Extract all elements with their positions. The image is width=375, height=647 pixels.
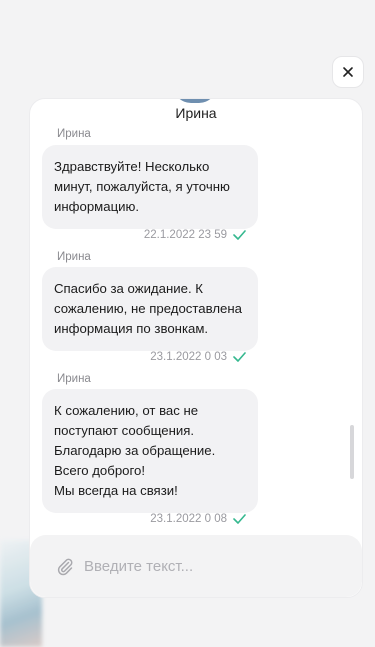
message-timestamp: 23.1.2022 0 03 <box>150 351 227 363</box>
close-button[interactable] <box>332 56 364 88</box>
message-meta: 23.1.2022 0 03 <box>150 351 246 363</box>
message-input[interactable] <box>82 556 346 576</box>
message-list[interactable]: Ирина Здравствуйте! Несколько минут, пож… <box>30 125 362 533</box>
paperclip-icon <box>57 558 73 576</box>
message-timestamp: 22.1.2022 23 59 <box>143 229 227 241</box>
chat-window: Ирина Ирина Здравствуйте! Несколько мину… <box>29 98 363 598</box>
message-bubble: Спасибо за ожидание. К сожалению, не пре… <box>42 267 258 351</box>
message-bubble: Здравствуйте! Несколько минут, пожалуйст… <box>42 145 258 229</box>
message-timestamp: 23.1.2022 0 08 <box>150 513 227 525</box>
scrollbar[interactable] <box>350 425 354 479</box>
check-icon <box>233 230 246 240</box>
message-sender: Ирина <box>57 373 91 385</box>
check-icon <box>233 352 246 362</box>
agent-name: Ирина <box>175 105 217 121</box>
attach-button[interactable] <box>54 555 76 577</box>
composer <box>30 535 362 597</box>
message-sender: Ирина <box>57 128 91 140</box>
message-sender: Ирина <box>57 251 91 263</box>
message-meta: 23.1.2022 0 08 <box>150 513 246 525</box>
agent-avatar <box>173 99 217 103</box>
check-icon <box>233 514 246 524</box>
close-icon <box>343 67 353 77</box>
message-meta: 22.1.2022 23 59 <box>144 229 246 241</box>
message-bubble: К сожалению, от вас не поступают сообщен… <box>42 389 258 513</box>
